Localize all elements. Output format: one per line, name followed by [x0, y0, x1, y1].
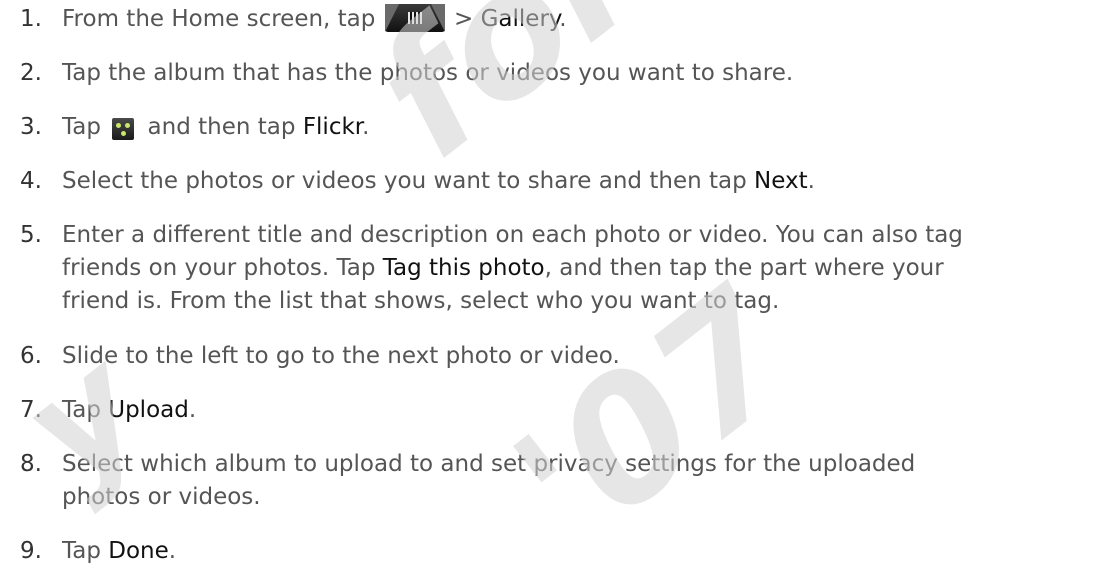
done-label: Done — [108, 538, 169, 564]
step-text: Tap — [62, 538, 109, 564]
step-text: Slide to the left to go to the next phot… — [62, 343, 620, 369]
upload-label: Upload — [108, 397, 189, 423]
step-body: Tap and then tap Flickr. — [62, 111, 1087, 144]
flickr-label: Flickr — [302, 114, 363, 140]
step-text: friend is. From the list that shows, sel… — [62, 288, 780, 314]
step-text: Tap — [62, 114, 109, 140]
step-number: 1. — [20, 6, 42, 32]
step-number: 8. — [20, 451, 42, 477]
step-text: From the Home screen, tap — [62, 6, 383, 32]
step-body: Enter a different title and description … — [62, 219, 1087, 318]
step-number: 7. — [20, 397, 42, 423]
step-body: Tap Done. — [62, 535, 1087, 568]
step-number: 9. — [20, 538, 42, 564]
step-body: Select which album to upload to and set … — [62, 448, 1087, 514]
step-body: Tap Upload. — [62, 394, 1087, 427]
step-text: Tap — [62, 397, 109, 423]
next-label: Next — [754, 168, 808, 194]
step-text: Select which album to upload to and set … — [62, 451, 916, 477]
step-number: 4. — [20, 168, 42, 194]
step-text: Tap the album that has the photos or vid… — [62, 60, 794, 86]
step-text: photos or videos. — [62, 484, 261, 510]
step-number: 6. — [20, 343, 42, 369]
step-number: 2. — [20, 60, 42, 86]
gallery-label: Gallery — [480, 6, 560, 32]
step-text: . — [807, 168, 815, 194]
step-text: and then tap — [140, 114, 303, 140]
step-text: . — [168, 538, 177, 564]
step-text: . — [188, 397, 197, 423]
share-icon — [112, 118, 135, 140]
step-text: friends on your photos. Tap — [62, 255, 383, 281]
step-number: 3. — [20, 114, 42, 140]
step-text: . — [559, 6, 567, 32]
step-number: 5. — [20, 222, 42, 248]
step-text: , and then tap the part where your — [544, 255, 944, 281]
step-text: Enter a different title and description … — [62, 222, 963, 248]
step-body: From the Home screen, tap > Gallery. — [62, 3, 1087, 36]
step-text: . — [362, 114, 370, 140]
tag-this-photo-label: Tag this photo — [382, 255, 545, 281]
step-text: Select the photos or videos you want to … — [62, 168, 754, 194]
all-apps-icon — [384, 4, 445, 32]
step-text: > — [446, 6, 481, 32]
step-body: Select the photos or videos you want to … — [62, 165, 1087, 198]
